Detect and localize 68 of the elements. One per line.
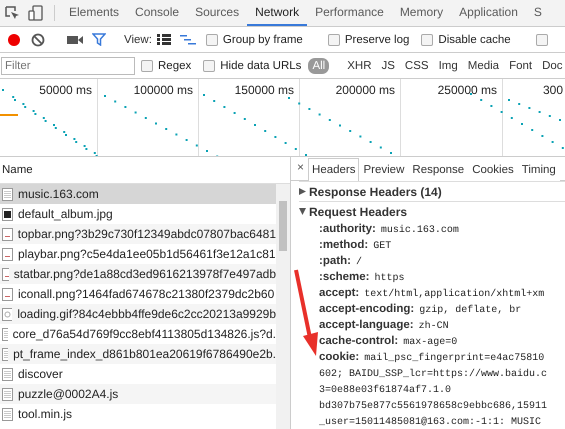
image-file-icon bbox=[2, 288, 13, 300]
request-row[interactable]: music.163.com bbox=[0, 184, 276, 204]
image-file-icon bbox=[2, 268, 9, 280]
request-row[interactable]: statbar.png?de1a88cd3ed9616213978f7e497adb bbox=[0, 264, 276, 284]
panel-tab[interactable]: Performance bbox=[307, 0, 392, 26]
document-icon bbox=[2, 388, 13, 400]
document-icon bbox=[2, 348, 8, 360]
type-filter-button[interactable]: CSS bbox=[400, 58, 433, 74]
gear-file-icon bbox=[2, 308, 12, 320]
panel-tab[interactable]: S bbox=[526, 0, 550, 26]
image-file-icon bbox=[2, 228, 13, 240]
panel-tab[interactable]: Network bbox=[247, 0, 308, 26]
panel-tab[interactable]: Console bbox=[127, 0, 188, 26]
section-header[interactable]: Request Headers bbox=[299, 201, 565, 221]
image-file-icon bbox=[2, 208, 13, 220]
header-line: :path: / bbox=[319, 254, 363, 269]
detail-tab[interactable]: Headers bbox=[308, 158, 360, 181]
panel-tab[interactable]: Application bbox=[451, 0, 526, 26]
close-button[interactable]: × bbox=[293, 160, 308, 180]
header-line: bd307b75e877c5561978658c9ebbc686,15911 bbox=[319, 400, 548, 413]
checkbox[interactable] bbox=[536, 34, 548, 46]
type-filter-button[interactable]: Doc bbox=[538, 58, 565, 74]
header-line: 3=0e88e03f61874af7.1.0 bbox=[319, 384, 452, 397]
time-tick-label: 250000 ms bbox=[438, 83, 497, 97]
document-icon bbox=[2, 188, 13, 200]
checkbox[interactable]: Hide data URLs bbox=[203, 60, 302, 72]
image-file-icon bbox=[2, 248, 13, 260]
header-line: accept-language: zh-CN bbox=[319, 318, 450, 333]
request-row[interactable]: topbar.png?3b29c730f12349abdc07807bac6481 bbox=[0, 224, 276, 244]
header-line: :scheme: https bbox=[319, 270, 406, 285]
document-icon bbox=[2, 368, 13, 380]
request-row[interactable]: pt_frame_index_d861b801ea20619f6786490e2b. bbox=[0, 344, 276, 364]
time-tick-label: 150000 ms bbox=[234, 83, 294, 97]
type-filter-button[interactable]: JS bbox=[378, 58, 399, 74]
header-line: :authority: music.163.com bbox=[319, 222, 460, 237]
document-icon bbox=[2, 328, 8, 340]
checkbox[interactable]: Regex bbox=[141, 60, 192, 72]
checkbox[interactable]: Preserve log bbox=[328, 34, 410, 46]
panel-tab[interactable]: Elements bbox=[61, 0, 128, 26]
type-filter-button[interactable]: Media bbox=[464, 58, 504, 74]
type-filter-button[interactable]: XHR bbox=[343, 58, 376, 74]
checkbox[interactable]: Disable cache bbox=[421, 34, 511, 46]
header-line: :method: GET bbox=[319, 238, 392, 253]
time-tick-label: 300 bbox=[543, 83, 564, 97]
time-tick-label: 200000 ms bbox=[336, 83, 395, 97]
type-filter-button[interactable]: Img bbox=[434, 58, 462, 74]
expanded-triangle-icon bbox=[299, 208, 306, 215]
section-header[interactable]: Response Headers (14) bbox=[299, 181, 565, 201]
header-line: accept: text/html,application/xhtml+xm bbox=[319, 286, 546, 301]
filter-field[interactable]: Filter bbox=[1, 56, 135, 74]
scrollbar[interactable] bbox=[276, 184, 290, 429]
header-line: accept-encoding: gzip, deflate, br bbox=[319, 302, 522, 317]
panel-tab[interactable]: Memory bbox=[392, 0, 452, 26]
checkbox[interactable]: Group by frame bbox=[206, 34, 303, 46]
type-filter-button[interactable]: Font bbox=[505, 58, 536, 74]
document-icon bbox=[2, 408, 13, 420]
panel-tab[interactable]: Sources bbox=[187, 0, 248, 26]
request-row[interactable]: loading.gif?84c4ebbb4ffe9de6c2cc20213a9929b bbox=[0, 304, 276, 324]
column-header[interactable]: Name bbox=[2, 164, 33, 176]
request-row[interactable]: puzzle@0002A4.js bbox=[0, 384, 276, 404]
header-line: _user=15011485081@163.com:-1:1: MUSIC bbox=[319, 416, 542, 429]
time-tick-label: 50000 ms bbox=[39, 83, 92, 97]
view-label: View: bbox=[124, 34, 152, 46]
header-line: 602; BAIDU_SSP_lcr=https://www.baidu.c bbox=[319, 368, 548, 381]
time-tick-label: 100000 ms bbox=[134, 83, 193, 97]
header-line: cookie: mail_psc_fingerprint=e4ac75810 bbox=[319, 350, 546, 365]
collapsed-triangle-icon bbox=[299, 188, 306, 195]
header-line: cache-control: max-age=0 bbox=[319, 334, 458, 349]
